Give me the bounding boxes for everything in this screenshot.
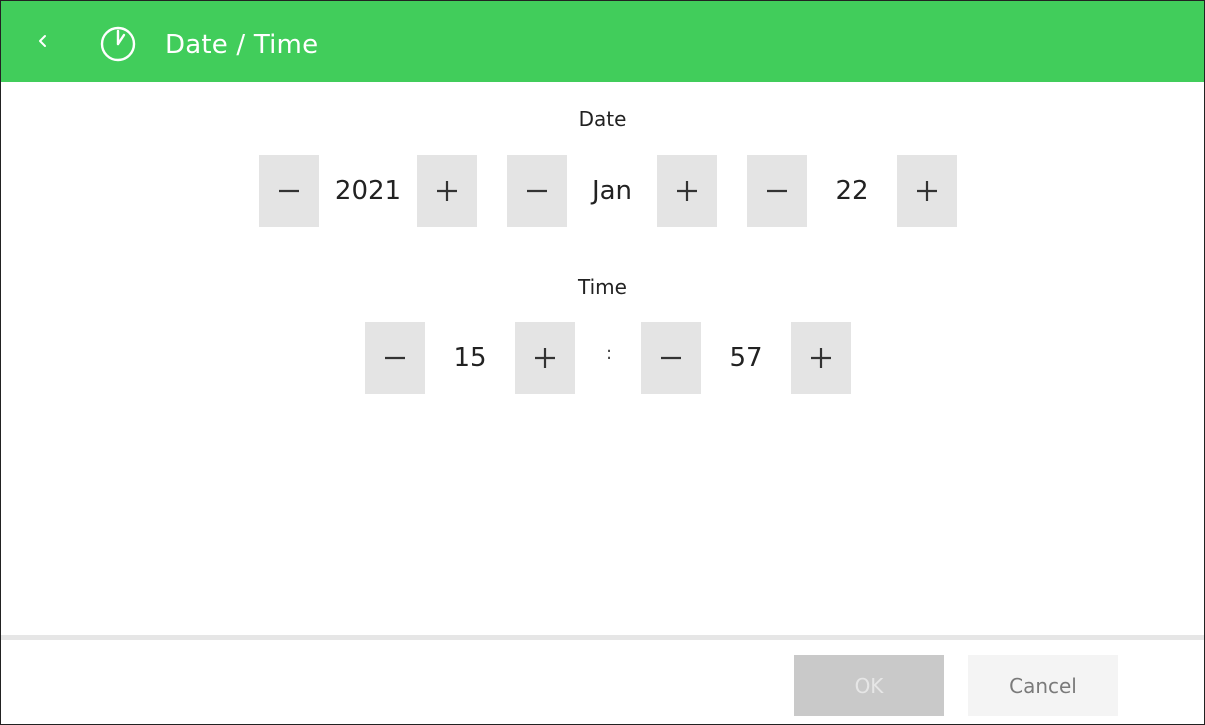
hour-increment-button[interactable] [515, 322, 575, 394]
minus-icon [767, 189, 787, 193]
year-decrement-button[interactable] [259, 155, 319, 227]
day-decrement-button[interactable] [747, 155, 807, 227]
back-button[interactable] [23, 21, 63, 61]
plus-icon [535, 348, 555, 368]
plus-icon [677, 181, 697, 201]
clock-icon [100, 26, 136, 62]
minus-icon [279, 189, 299, 193]
month-value: Jan [567, 155, 657, 227]
year-stepper: 2021 [259, 155, 477, 227]
plus-icon [811, 348, 831, 368]
year-increment-button[interactable] [417, 155, 477, 227]
minus-icon [385, 356, 405, 360]
chevron-left-icon [39, 35, 46, 47]
time-separator: : [605, 343, 613, 364]
footer-divider [1, 635, 1204, 640]
month-increment-button[interactable] [657, 155, 717, 227]
hour-stepper: 15 [365, 322, 575, 394]
plus-icon [917, 181, 937, 201]
day-increment-button[interactable] [897, 155, 957, 227]
page-title: Date / Time [165, 30, 319, 60]
plus-icon [437, 181, 457, 201]
date-time-dialog: Date / Time Date 2021 Jan 22 Time 15: 5… [0, 0, 1205, 725]
minus-icon [527, 189, 547, 193]
hour-value: 15 [425, 322, 515, 394]
date-label: Date [578, 107, 627, 131]
month-stepper: Jan [507, 155, 717, 227]
cancel-button[interactable]: Cancel [968, 655, 1118, 716]
day-stepper: 22 [747, 155, 957, 227]
year-value: 2021 [319, 155, 417, 227]
minute-value: 57 [701, 322, 791, 394]
header-bar: Date / Time [1, 1, 1204, 82]
month-decrement-button[interactable] [507, 155, 567, 227]
minute-increment-button[interactable] [791, 322, 851, 394]
time-label: Time [578, 275, 627, 299]
hour-decrement-button[interactable] [365, 322, 425, 394]
minute-stepper: 57 [641, 322, 851, 394]
minus-icon [661, 356, 681, 360]
minute-decrement-button[interactable] [641, 322, 701, 394]
day-value: 22 [807, 155, 897, 227]
ok-button[interactable]: OK [794, 655, 944, 716]
